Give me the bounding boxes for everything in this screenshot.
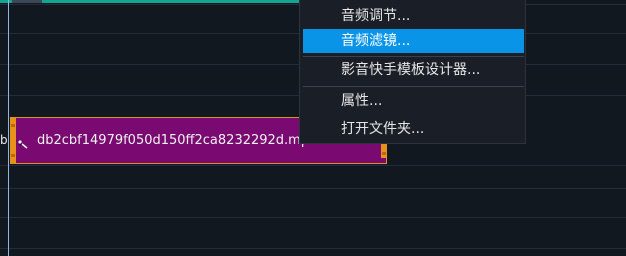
- track-divider: [0, 217, 626, 218]
- clip-filename: db2cbf14979f050d150ff2ca8232292d.mp4: [37, 133, 318, 148]
- menu-item-audio-filter[interactable]: 音频滤镜...: [303, 29, 524, 53]
- menu-separator: [303, 56, 524, 57]
- clip-left-trim-handle[interactable]: [10, 118, 16, 163]
- previous-clip-label: b: [0, 133, 8, 147]
- playhead-line[interactable]: [8, 0, 9, 256]
- upper-track-clip[interactable]: [0, 0, 300, 3]
- menu-item-template-designer[interactable]: 影音快手模板设计器...: [303, 58, 524, 82]
- menu-item-properties[interactable]: 属性...: [303, 89, 524, 113]
- track-divider: [0, 188, 626, 189]
- menu-separator: [303, 86, 524, 87]
- clip-context-menu: 音频调节... 音频滤镜... 影音快手模板设计器... 属性... 打开文件夹…: [299, 0, 526, 144]
- track-divider: [0, 248, 626, 249]
- upper-track-clip-edge: [12, 0, 42, 3]
- menu-item-audio-adjust[interactable]: 音频调节...: [303, 4, 524, 28]
- menu-item-open-folder[interactable]: 打开文件夹...: [303, 117, 524, 141]
- track-divider: [0, 165, 626, 166]
- audio-waveform-icon: [17, 135, 29, 149]
